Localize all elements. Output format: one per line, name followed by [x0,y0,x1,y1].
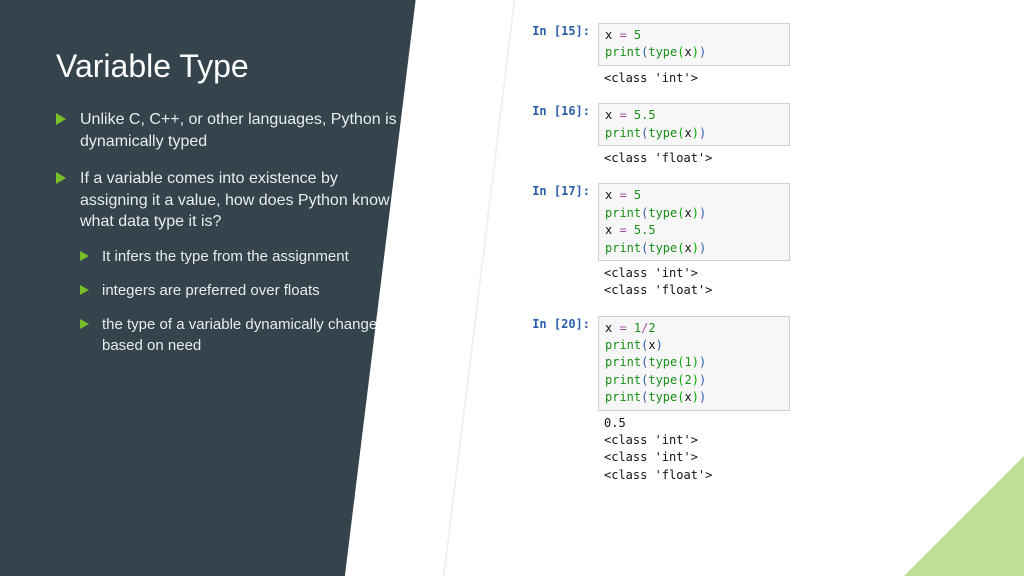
code-area: In [15]:x = 5 print(type(x))<class 'int'… [520,23,790,500]
cell-output: <class 'int'> <class 'float'> [598,261,790,300]
code-input: x = 1/2 print(x) print(type(1)) print(ty… [598,316,790,411]
code-cell: In [16]:x = 5.5 print(type(x))<class 'fl… [520,103,790,167]
bullet-item: Unlike C, C++, or other languages, Pytho… [56,109,400,152]
slide: Variable Type Unlike C, C++, or other la… [0,0,1024,576]
code-input: x = 5.5 print(type(x)) [598,103,790,146]
cell-output: <class 'float'> [598,146,790,167]
sub-bullet-item: It infers the type from the assignment [80,247,400,267]
sub-bullet-list: It infers the type from the assignment i… [80,247,400,356]
bullet-text: If a variable comes into existence by as… [80,170,390,230]
code-cell: In [20]:x = 1/2 print(x) print(type(1)) … [520,316,790,485]
code-input: x = 5 print(type(x)) [598,23,790,66]
code-cell: In [15]:x = 5 print(type(x))<class 'int'… [520,23,790,87]
sub-bullet-item: integers are preferred over floats [80,281,400,301]
sub-bullet-item: the type of a variable dynamically chang… [80,315,400,356]
accent-triangle [904,456,1024,576]
cell-output: 0.5 <class 'int'> <class 'int'> <class '… [598,411,790,485]
cell-prompt: In [15]: [520,23,598,40]
cell-prompt: In [16]: [520,103,598,120]
cell-prompt: In [20]: [520,316,598,333]
cell-output: <class 'int'> [598,66,790,87]
bullet-list: Unlike C, C++, or other languages, Pytho… [56,109,400,356]
code-input: x = 5 print(type(x)) x = 5.5 print(type(… [598,183,790,261]
slide-title: Variable Type [56,48,400,85]
code-cell: In [17]:x = 5 print(type(x)) x = 5.5 pri… [520,183,790,299]
cell-prompt: In [17]: [520,183,598,200]
bullet-item: If a variable comes into existence by as… [56,168,400,356]
